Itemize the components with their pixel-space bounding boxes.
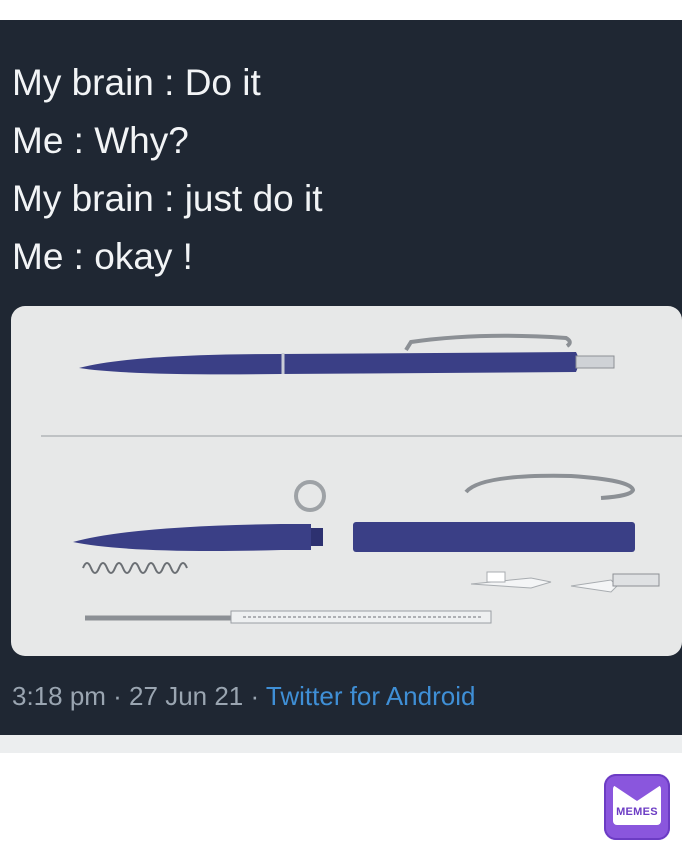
tweet-timestamp: 3:18 pm · 27 Jun 21 · bbox=[12, 681, 260, 711]
tweet-line-1: My brain : Do it bbox=[12, 62, 261, 103]
pen-clip bbox=[464, 473, 636, 500]
tweet-source-link[interactable]: Twitter for Android bbox=[266, 681, 476, 711]
memes-watermark-badge: MEMES bbox=[604, 774, 670, 840]
tweet-meta: 3:18 pm · 27 Jun 21 · Twitter for Androi… bbox=[12, 681, 475, 712]
bottom-bar bbox=[0, 735, 682, 753]
tweet-text: My brain : Do it Me : Why? My brain : ju… bbox=[12, 54, 323, 286]
tweet-photo[interactable] bbox=[11, 306, 682, 656]
tweet-card[interactable]: My brain : Do it Me : Why? My brain : ju… bbox=[0, 20, 682, 735]
top-strip bbox=[0, 0, 682, 20]
tweet-line-3: My brain : just do it bbox=[12, 178, 323, 219]
pen-front-barrel bbox=[73, 524, 323, 551]
watermark-label: MEMES bbox=[616, 806, 658, 818]
pen-ring bbox=[294, 480, 326, 512]
pen-small-parts bbox=[470, 571, 660, 593]
tweet-line-2: Me : Why? bbox=[12, 120, 189, 161]
pen-refill bbox=[85, 610, 492, 624]
envelope-flap-icon bbox=[613, 785, 661, 801]
pen-rear-barrel bbox=[353, 522, 635, 552]
disassembled-pen-illustration bbox=[41, 333, 682, 624]
assembled-pen bbox=[79, 333, 615, 375]
tweet-line-4: Me : okay ! bbox=[12, 236, 193, 277]
pen-spring bbox=[82, 562, 188, 574]
